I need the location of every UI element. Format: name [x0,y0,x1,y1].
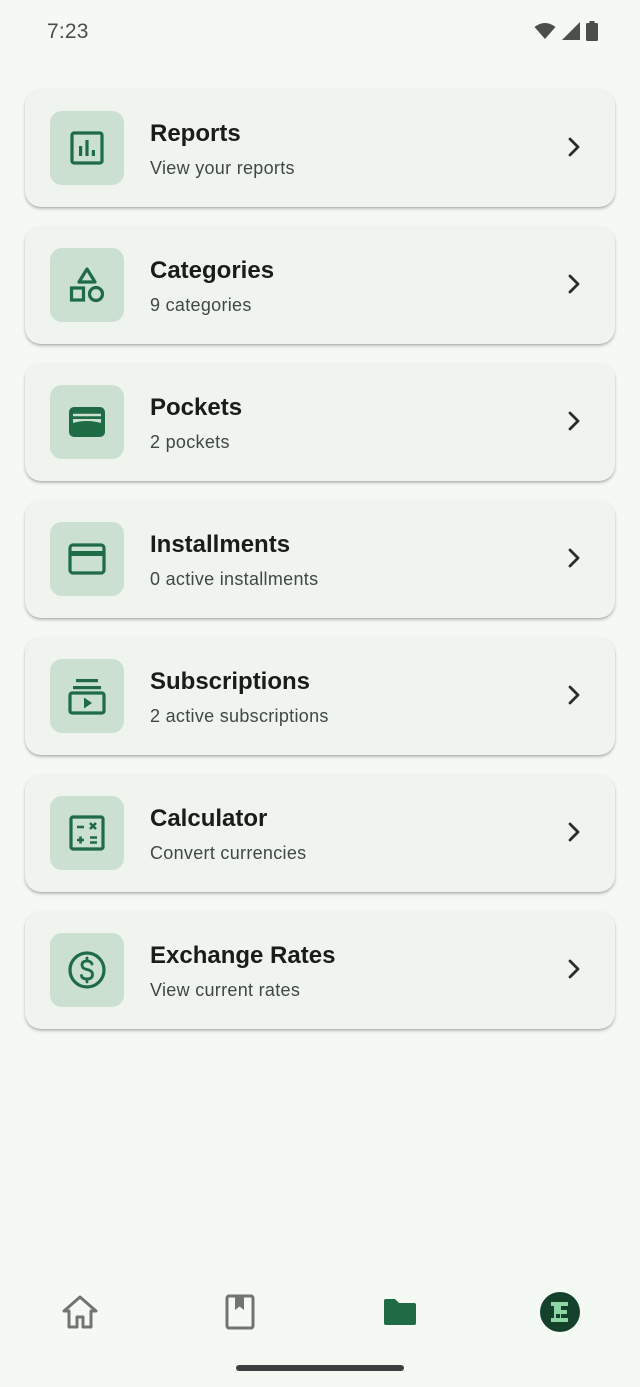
menu-icon-tile [50,659,124,733]
home-icon [62,1295,98,1329]
menu-item-title: Exchange Rates [150,942,336,969]
menu-item-title: Reports [150,120,241,147]
calculator-icon [69,815,105,851]
shapes-icon [69,267,105,303]
menu-item-title: Installments [150,531,291,558]
menu-icon-tile [50,796,124,870]
chevron-right-icon [567,958,581,980]
menu-icon-tile [50,522,124,596]
menu-icon-tile [50,248,124,322]
wallet-icon [69,407,105,437]
nav-item-profile[interactable] [538,1290,582,1334]
nav-item-home[interactable] [58,1290,102,1334]
menu-item-title: Pockets [150,394,243,421]
folder-icon [384,1299,416,1325]
menu-item-exchange-rates[interactable]: Exchange Rates View current rates [25,911,615,1029]
bookmark-book-icon [225,1294,255,1330]
status-icons [534,21,598,41]
menu-item-subtitle: 2 active subscriptions [150,706,329,726]
menu-item-title: Categories [150,257,275,284]
bottom-nav [0,1270,640,1350]
chevron-right-icon [567,821,581,843]
status-time: 7:23 [47,20,89,43]
menu-item-title: Calculator [150,805,268,832]
battery-icon [586,21,598,41]
dollar-circle-icon [68,951,106,989]
chevron-right-icon [567,410,581,432]
menu-item-subtitle: 2 pockets [150,432,230,452]
home-indicator[interactable] [236,1365,404,1371]
chevron-right-icon [567,684,581,706]
chevron-right-icon [567,547,581,569]
status-bar: 7:23 [0,0,640,64]
menu-icon-tile [50,933,124,1007]
nav-item-folder[interactable] [378,1290,422,1334]
menu-item-title: Subscriptions [150,668,311,695]
app-logo-icon [540,1292,580,1332]
subscriptions-icon [68,679,106,715]
menu-icon-tile [50,111,124,185]
menu-item-pockets[interactable]: Pockets 2 pockets [25,363,615,481]
menu-item-subtitle: 0 active installments [150,569,319,589]
menu-item-subtitle: View current rates [150,980,301,1000]
menu-item-calculator[interactable]: Calculator Convert currencies [25,774,615,892]
bar-chart-icon [70,131,104,165]
chevron-right-icon [567,136,581,158]
menu-item-subscriptions[interactable]: Subscriptions 2 active subscriptions [25,637,615,755]
cell-signal-icon [562,22,580,40]
menu-item-subtitle: Convert currencies [150,843,307,863]
menu-list: Reports View your reports Categories 9 c… [25,89,615,1048]
chevron-right-icon [567,273,581,295]
credit-card-icon [68,543,106,575]
nav-item-book[interactable] [218,1290,262,1334]
menu-item-subtitle: View your reports [150,158,295,178]
menu-item-subtitle: 9 categories [150,295,252,315]
menu-icon-tile [50,385,124,459]
menu-item-reports[interactable]: Reports View your reports [25,89,615,207]
menu-item-categories[interactable]: Categories 9 categories [25,226,615,344]
menu-item-installments[interactable]: Installments 0 active installments [25,500,615,618]
wifi-icon [534,23,556,39]
